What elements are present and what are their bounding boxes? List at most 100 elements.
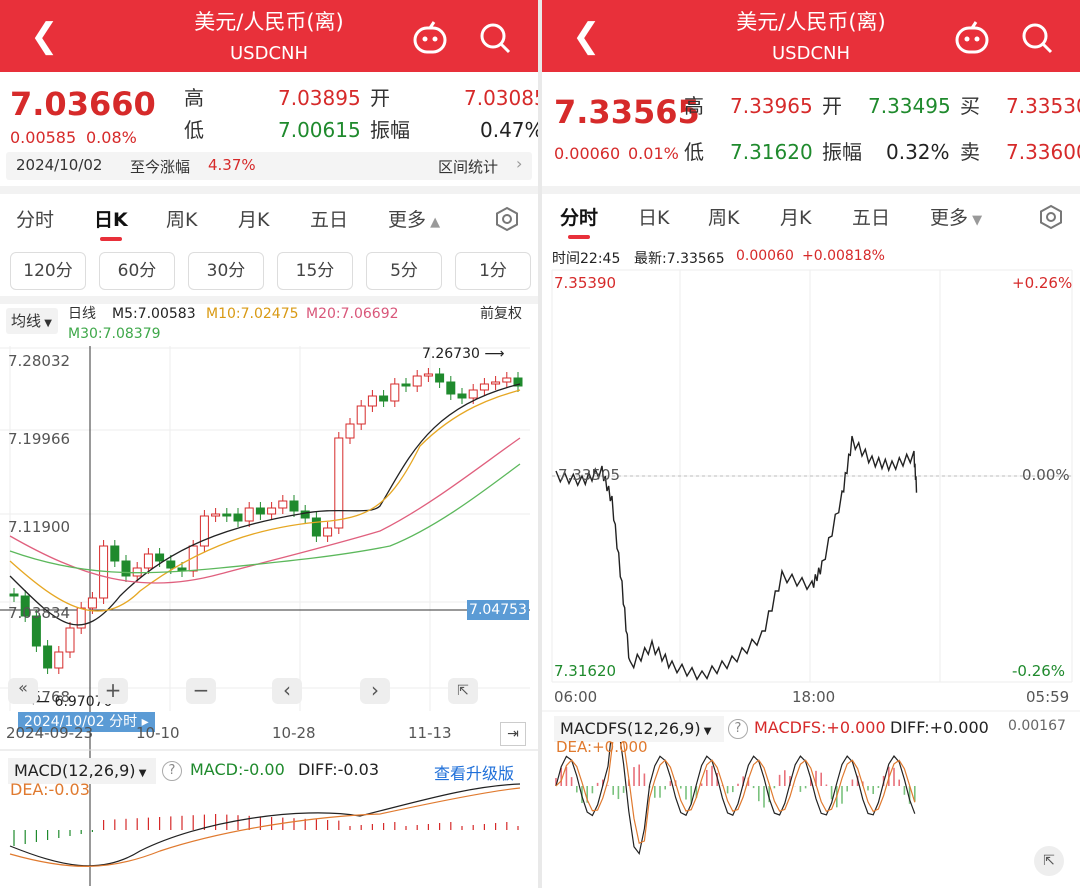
scroll-left-fast-icon[interactable]: « [8,678,38,704]
daily-k-chart[interactable] [0,346,538,888]
tab-five-day[interactable]: 五日 [852,206,890,230]
interval-info-bar[interactable]: 2024/10/02 至今涨幅 4.37% 区间统计 › [6,152,532,180]
scroll-right-icon[interactable]: › [360,678,390,704]
date-axis-1: 2024-09-23 [6,724,94,742]
right-intraday-screen: ❮ 美元/人民币(离) USDCNH 7.33565 0.00060 0.01%… [542,0,1080,888]
price-change: 0.00585 [10,128,77,147]
diff-value: DIFF:-0.03 [298,760,379,779]
axis-top-price: 7.35390 [554,274,617,292]
ma-selector[interactable]: 均线 ▼ [6,308,58,334]
search-icon[interactable] [1017,18,1057,58]
high-label: 高 [184,86,204,110]
active-tab-indicator [568,235,590,239]
axis-bottom-pct: -0.26% [1012,662,1066,680]
ma20-line [9,437,521,584]
tab-monthly-k[interactable]: 月K [780,206,811,230]
candle-body [244,507,254,522]
page-subtitle: USDCNH [229,43,309,64]
ma-type: 日线 [68,306,96,322]
robot-assistant-icon[interactable] [410,18,450,58]
price-axis-label-4: 7.03834 [8,604,71,622]
macd-selector-label: MACD(12,26,9) [14,761,136,780]
amplitude-value: 0.32% [886,140,950,164]
low-label: 低 [184,118,204,142]
candle-body [435,373,445,383]
bid-value: 7.33530 [1006,94,1080,118]
tab-more[interactable]: 更多 ▲ [388,208,440,235]
divider [542,186,1080,194]
scroll-left-icon[interactable]: ‹ [272,678,302,704]
interval-15min[interactable]: 15分 [277,252,353,290]
help-icon[interactable]: ? [728,719,748,739]
candle-body [222,513,232,517]
axis-mid-pct: 0.00% [1022,466,1070,484]
interval-60min[interactable]: 60分 [99,252,175,290]
open-value: 7.33495 [868,94,951,118]
adjust-mode[interactable]: 前复权 [480,305,522,323]
candle-body [502,377,512,383]
intraday-chart[interactable] [542,266,1080,888]
time-axis-1: 06:00 [554,688,598,706]
dropdown-icon: ▼ [41,318,52,329]
tab-weekly-k[interactable]: 周K [708,206,739,230]
date-axis-2: 10-10 [136,724,180,742]
axis-mid-price: 7.33505 [558,466,621,484]
high-label: 高 [684,94,704,118]
interval-1min[interactable]: 1分 [455,252,531,290]
dea-value: DEA:-0.03 [10,780,90,799]
tab-fenshi[interactable]: 分时 [16,208,54,232]
base-date: 2024/10/02 [16,156,103,174]
tab-daily-k[interactable]: 日K [638,206,669,230]
page-subtitle: USDCNH [771,43,851,64]
macd-scale: 0.00167 [1008,718,1066,734]
help-icon[interactable]: ? [162,761,182,781]
interval-30min[interactable]: 30分 [188,252,264,290]
interval-120min[interactable]: 120分 [10,252,86,290]
open-label: 开 [370,86,390,110]
tab-weekly-k[interactable]: 周K [166,208,197,232]
zoom-in-icon[interactable]: + [98,678,128,704]
tab-monthly-k[interactable]: 月K [238,208,269,232]
upgrade-link[interactable]: 查看升级版 [434,760,514,784]
candle-body [65,627,75,653]
fullscreen-icon[interactable]: ⇱ [448,678,478,704]
candle-body [143,553,153,569]
macd-value: MACD:-0.00 [190,760,285,779]
candle-body [311,517,321,537]
tab-five-day[interactable]: 五日 [310,208,348,232]
robot-assistant-icon[interactable] [952,18,992,58]
price-axis-label-1: 7.28032 [8,352,71,370]
moving-average-lines [9,383,521,626]
candle-body [479,383,489,391]
tab-daily-k[interactable]: 日K [94,208,128,232]
tab-more[interactable]: 更多 ▼ [930,206,982,233]
amplitude-label: 振幅 [822,140,862,164]
jump-to-end-icon[interactable]: ⇥ [500,722,526,746]
stats-label: 区间统计 [438,158,499,176]
status-change-pct: +0.00818% [802,248,885,264]
since-value: 4.37% [208,156,256,174]
last-price: 7.33565 [554,93,700,131]
tab-fenshi[interactable]: 分时 [560,206,598,230]
date-axis-3: 10-28 [272,724,316,742]
status-time: 时间22:45 [552,251,621,267]
price-axis-label-3: 7.11900 [8,518,71,536]
zoom-out-icon[interactable]: − [186,678,216,704]
search-icon[interactable] [475,18,515,58]
low-value: 7.00615 [278,118,361,142]
tab-more-label: 更多 [930,207,969,229]
last-price: 7.03660 [10,85,156,123]
fullscreen-icon[interactable]: ⇱ [1034,846,1064,876]
high-value: 7.33965 [730,94,813,118]
interval-5min[interactable]: 5分 [366,252,442,290]
candle-body [54,651,64,669]
ask-value: 7.33600 [1006,140,1080,164]
ask-label: 卖 [960,140,980,164]
chart-settings-icon[interactable] [494,206,520,232]
axis-top-pct: +0.26% [1012,274,1073,292]
high-marker: 7.26730 ⟶ [422,346,505,362]
chart-settings-icon[interactable] [1038,204,1064,230]
crosshair-mode: 分时 [109,714,138,730]
page-title: 美元/人民币(离) [194,10,344,34]
high-marker-value: 7.26730 [422,346,480,362]
